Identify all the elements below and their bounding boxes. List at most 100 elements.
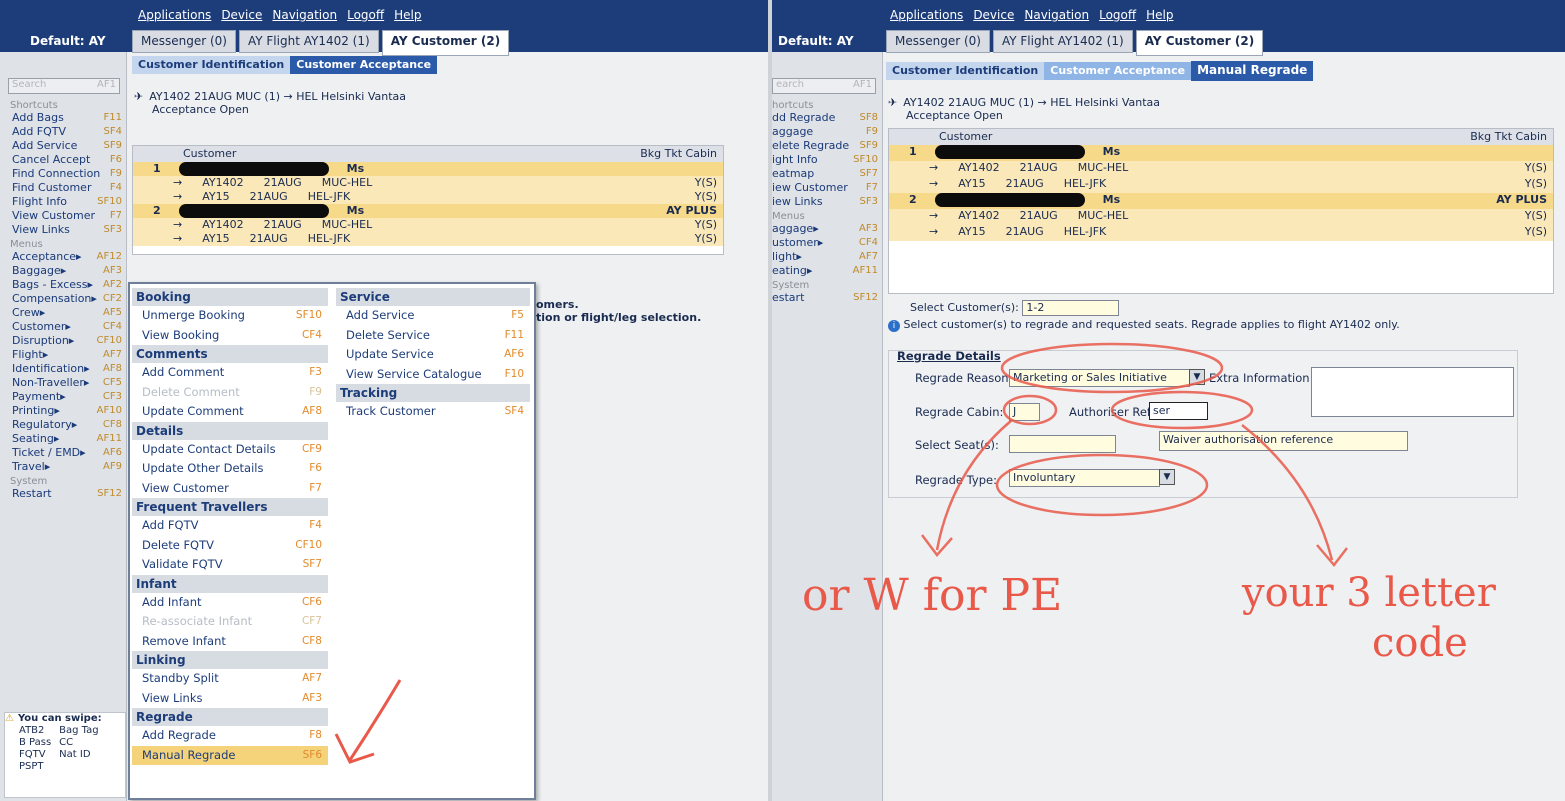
menu-logoff[interactable]: Logoff (347, 8, 384, 22)
flight-info: ✈ AY1402 21AUG MUC (1) → HEL Helsinki Van… (134, 90, 406, 116)
context-item-label: Add Regrade (142, 728, 216, 742)
context-menu-item: Re-associate Infant CF7 (132, 612, 328, 632)
context-menu-item[interactable]: Validate FQTV SF7 (132, 555, 328, 575)
system-item[interactable]: Restart SF12 (0, 487, 126, 501)
customer-row[interactable]: 1 Ms (133, 162, 723, 176)
context-menu-item[interactable]: Add FQTV F4 (132, 516, 328, 536)
segment-date: 21AUG (249, 232, 288, 245)
shortcut-item[interactable]: Cancel Accept F6 (0, 153, 126, 167)
context-item-key: F7 (309, 481, 322, 494)
swipe-option: FQTV (19, 749, 46, 760)
context-item-label: Standby Split (142, 671, 219, 685)
crumb-identification[interactable]: Customer Identification (132, 56, 291, 74)
menu-label: Compensation▸ (12, 292, 97, 305)
context-item-key: CF8 (301, 634, 322, 647)
context-menu-item[interactable]: View Links AF3 (132, 689, 328, 709)
swipe-panel: ⚠ You can swipe: ATB2 Bag Tag B Pass CC FQTV N… (4, 712, 126, 798)
menu-device[interactable]: Device (221, 8, 262, 22)
warning-icon: ⚠ (5, 713, 14, 724)
tab-flight[interactable]: AY Flight AY1402 (1) (238, 30, 379, 53)
menu-item[interactable]: Payment▸ CF3 (0, 390, 126, 404)
menu-item[interactable]: Identification▸ AF8 (0, 362, 126, 376)
context-menu-item[interactable]: Manual Regrade SF6 (132, 745, 328, 765)
menu-item[interactable]: Printing▸ AF10 (0, 404, 126, 418)
context-item-key: SF7 (302, 558, 322, 570)
shortcut-key: SF4 (103, 126, 122, 137)
segment-cabin: Y(S) (694, 232, 717, 245)
shortcut-item[interactable]: View Customer F7 (0, 209, 126, 223)
tab-customer[interactable]: AY Customer (2) (381, 30, 510, 56)
segment-row[interactable]: → AY15 21AUG HEL-JFK Y(S) (133, 190, 723, 204)
context-menu-item[interactable]: Add Comment F3 (132, 363, 328, 383)
shortcut-item[interactable]: Add Service SF9 (0, 139, 126, 153)
context-item-label: Delete FQTV (142, 537, 214, 552)
shortcut-item[interactable]: Find Customer F4 (0, 181, 126, 195)
context-menu-item[interactable]: Add Infant CF6 (132, 593, 328, 613)
context-menu-item[interactable]: View Customer F7 (132, 479, 328, 499)
context-menu-item[interactable]: Track Customer SF4 (336, 402, 530, 422)
menu-item[interactable]: Disruption▸ CF10 (0, 334, 126, 348)
menu-applications[interactable]: Applications (138, 8, 211, 22)
menu-item[interactable]: Customer▸ CF4 (0, 320, 126, 334)
menu-item[interactable]: Ticket / EMD▸ AF6 (0, 446, 126, 460)
menu-key: CF2 (102, 293, 122, 304)
menu-item[interactable]: Flight▸ AF7 (0, 348, 126, 362)
top-bar: Applications Device Navigation Logoff He… (0, 0, 768, 56)
shortcut-item[interactable]: Flight Info SF10 (0, 195, 126, 209)
customer-row[interactable]: 2 Ms AY PLUS (133, 204, 723, 218)
menu-item[interactable]: Regulatory▸ CF8 (0, 418, 126, 432)
context-menu-item[interactable]: Update Contact Details CF9 (132, 440, 328, 460)
context-menu-item[interactable]: Add Service F5 (336, 306, 530, 326)
segment-cabin: Y(S) (694, 176, 717, 189)
plane-icon: ✈ (134, 90, 144, 103)
segment-row[interactable]: → AY1402 21AUG MUC-HEL Y(S) (133, 218, 723, 232)
shortcut-item[interactable]: Find Connection F9 (0, 167, 126, 181)
context-item-label: Add Comment (142, 365, 225, 379)
context-section-heading: Linking (132, 651, 328, 669)
context-menu-item[interactable]: Standby Split AF7 (132, 669, 328, 689)
menu-item[interactable]: Travel▸ AF9 (0, 460, 126, 474)
context-menu-item[interactable]: Update Other Details F6 (132, 459, 328, 479)
segment-row[interactable]: → AY1402 21AUG MUC-HEL Y(S) (133, 176, 723, 190)
menu-label: Bags - Excess▸ (12, 278, 94, 291)
menu-item[interactable]: Compensation▸ CF2 (0, 292, 126, 306)
menu-item[interactable]: Non-Traveller▸ CF5 (0, 376, 126, 390)
context-menu-item[interactable]: View Service Catalogue F10 (336, 365, 530, 385)
context-item-key: AF3 (302, 691, 322, 704)
customer-plus-badge: AY PLUS (666, 204, 717, 217)
menu-item[interactable]: Bags - Excess▸ AF2 (0, 278, 126, 292)
context-item-key: SF10 (295, 309, 322, 321)
menu-item[interactable]: Acceptance▸ AF12 (0, 250, 126, 264)
menu-item[interactable]: Crew▸ AF5 (0, 306, 126, 320)
status-msg-2: tion or flight/leg selection. (536, 311, 702, 324)
menu-label: Regulatory▸ (12, 418, 78, 431)
menu-key: AF8 (103, 363, 122, 374)
context-menu-item[interactable]: Update Service AF6 (336, 345, 530, 365)
shortcut-item[interactable]: Add FQTV SF4 (0, 125, 126, 139)
context-menu-item[interactable]: Delete Service F11 (336, 326, 530, 346)
context-menu-item[interactable]: Remove Infant CF8 (132, 632, 328, 652)
shortcut-label: Add FQTV (12, 125, 67, 138)
tab-messenger[interactable]: Messenger (0) (132, 30, 236, 53)
menu-item[interactable]: Seating▸ AF11 (0, 432, 126, 446)
context-menu-item[interactable]: View Booking CF4 (132, 326, 328, 346)
menu-label: Ticket / EMD▸ (12, 446, 86, 459)
menu-help[interactable]: Help (394, 8, 421, 22)
swipe-option: CC (59, 737, 74, 748)
shortcut-item[interactable]: View Links SF3 (0, 223, 126, 237)
context-menu-item[interactable]: Delete FQTV CF10 (132, 536, 328, 556)
shortcut-item[interactable]: Add Bags F11 (0, 111, 126, 125)
menu-navigation[interactable]: Navigation (272, 8, 337, 22)
context-menu-item[interactable]: Add Regrade F8 (132, 726, 328, 746)
annotation-right-1: your 3 letter (1242, 570, 1496, 616)
context-menu-item[interactable]: Update Comment AF8 (132, 402, 328, 422)
swipe-row: ATB2 Bag Tag (19, 724, 107, 736)
tab-bar: Messenger (0) AY Flight AY1402 (1) AY Cu… (132, 30, 510, 56)
context-menu-item[interactable]: Unmerge Booking SF10 (132, 306, 328, 326)
segment-route: MUC-HEL (321, 218, 373, 231)
menu-item[interactable]: Baggage▸ AF3 (0, 264, 126, 278)
search-input[interactable]: Search AF1 (8, 78, 120, 94)
segment-row[interactable]: → AY15 21AUG HEL-JFK Y(S) (133, 232, 723, 246)
crumb-acceptance[interactable]: Customer Acceptance (290, 56, 438, 74)
context-item-label: Add Service (346, 308, 415, 322)
